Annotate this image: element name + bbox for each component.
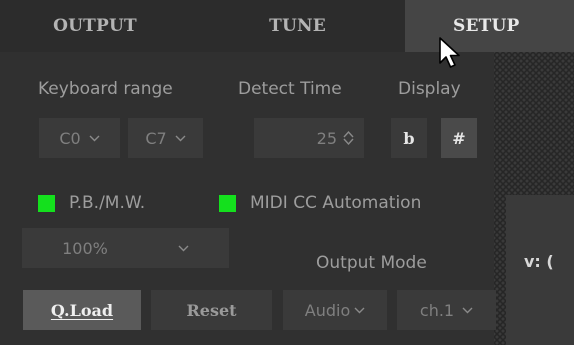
chevron-down-icon <box>175 131 186 145</box>
chevron-down-icon <box>462 303 473 317</box>
zoom-select[interactable]: 100% <box>22 228 229 268</box>
output-channel-value: ch.1 <box>419 300 455 320</box>
chevron-down-icon <box>354 303 365 317</box>
display-label: Display <box>398 79 461 99</box>
reset-button[interactable]: Reset <box>151 290 272 330</box>
display-flat-button[interactable]: b <box>391 118 427 158</box>
keyboard-range-low-value: C0 <box>59 128 81 148</box>
mouse-pointer-icon <box>438 36 468 72</box>
keyboard-range-high-value: C7 <box>145 128 167 148</box>
display-sharp-button[interactable]: # <box>441 118 477 158</box>
tab-tune[interactable]: TUNE <box>190 0 405 52</box>
keyboard-range-label: Keyboard range <box>38 79 173 99</box>
chevron-down-icon <box>178 241 189 255</box>
detect-time-value: 25 <box>316 128 337 148</box>
chevron-down-icon <box>89 131 100 145</box>
quick-load-button[interactable]: Q.Load <box>23 290 141 330</box>
keyboard-range-low-select[interactable]: C0 <box>39 118 120 158</box>
keyboard-range-high-select[interactable]: C7 <box>128 118 203 158</box>
pbmw-label: P.B./M.W. <box>69 193 146 213</box>
side-value-label: v: ( <box>524 252 554 271</box>
pbmw-indicator[interactable] <box>38 195 55 212</box>
quick-load-label: Q.Load <box>50 300 114 320</box>
midi-cc-automation-label: MIDI CC Automation <box>250 193 422 213</box>
output-channel-select[interactable]: ch.1 <box>397 290 496 330</box>
detect-time-label: Detect Time <box>238 79 342 99</box>
output-type-value: Audio <box>304 300 351 320</box>
detect-time-stepper[interactable]: 25 <box>254 118 364 158</box>
output-type-select[interactable]: Audio <box>283 290 387 330</box>
zoom-value: 100% <box>62 238 108 258</box>
midi-cc-indicator[interactable] <box>219 195 236 212</box>
tab-setup[interactable]: SETUP <box>405 0 574 52</box>
stepper-arrows-icon[interactable] <box>343 130 354 146</box>
tab-output[interactable]: OUTPUT <box>0 0 190 52</box>
output-mode-label: Output Mode <box>316 253 427 273</box>
